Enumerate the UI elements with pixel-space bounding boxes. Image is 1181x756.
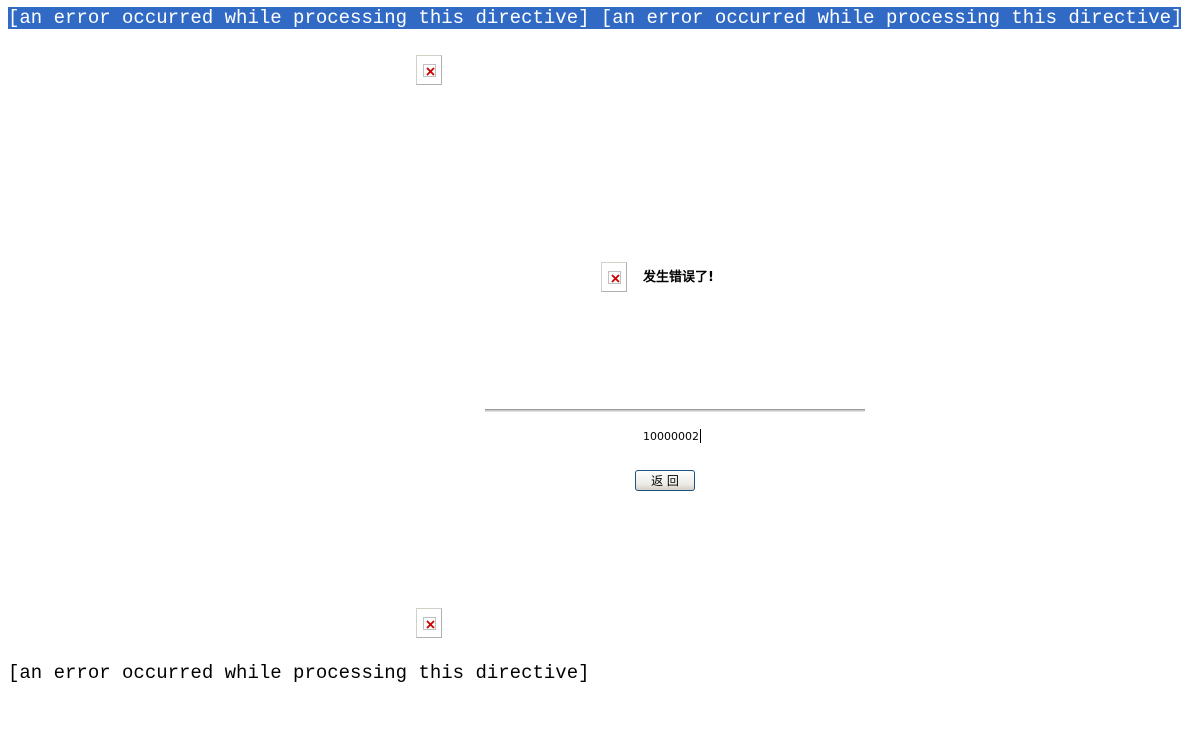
broken-image-icon xyxy=(601,262,627,292)
bottom-error-message: [an error occurred while processing this… xyxy=(8,662,590,684)
top-error-message: [an error occurred while processing this… xyxy=(8,7,1181,30)
broken-image-icon xyxy=(416,55,442,85)
back-button[interactable]: 返 回 xyxy=(635,470,695,491)
error-title: 发生错误了! xyxy=(643,270,714,285)
error-directive-separator xyxy=(589,7,601,29)
error-directive-text-2: [an error occurred while processing this… xyxy=(600,7,1181,29)
error-code-value: 10000002 xyxy=(643,430,699,443)
divider xyxy=(485,409,865,412)
broken-image-icon xyxy=(416,608,442,638)
error-directive-text-1: [an error occurred while processing this… xyxy=(8,7,590,29)
error-code: 10000002 xyxy=(643,429,701,443)
text-cursor xyxy=(700,429,701,443)
